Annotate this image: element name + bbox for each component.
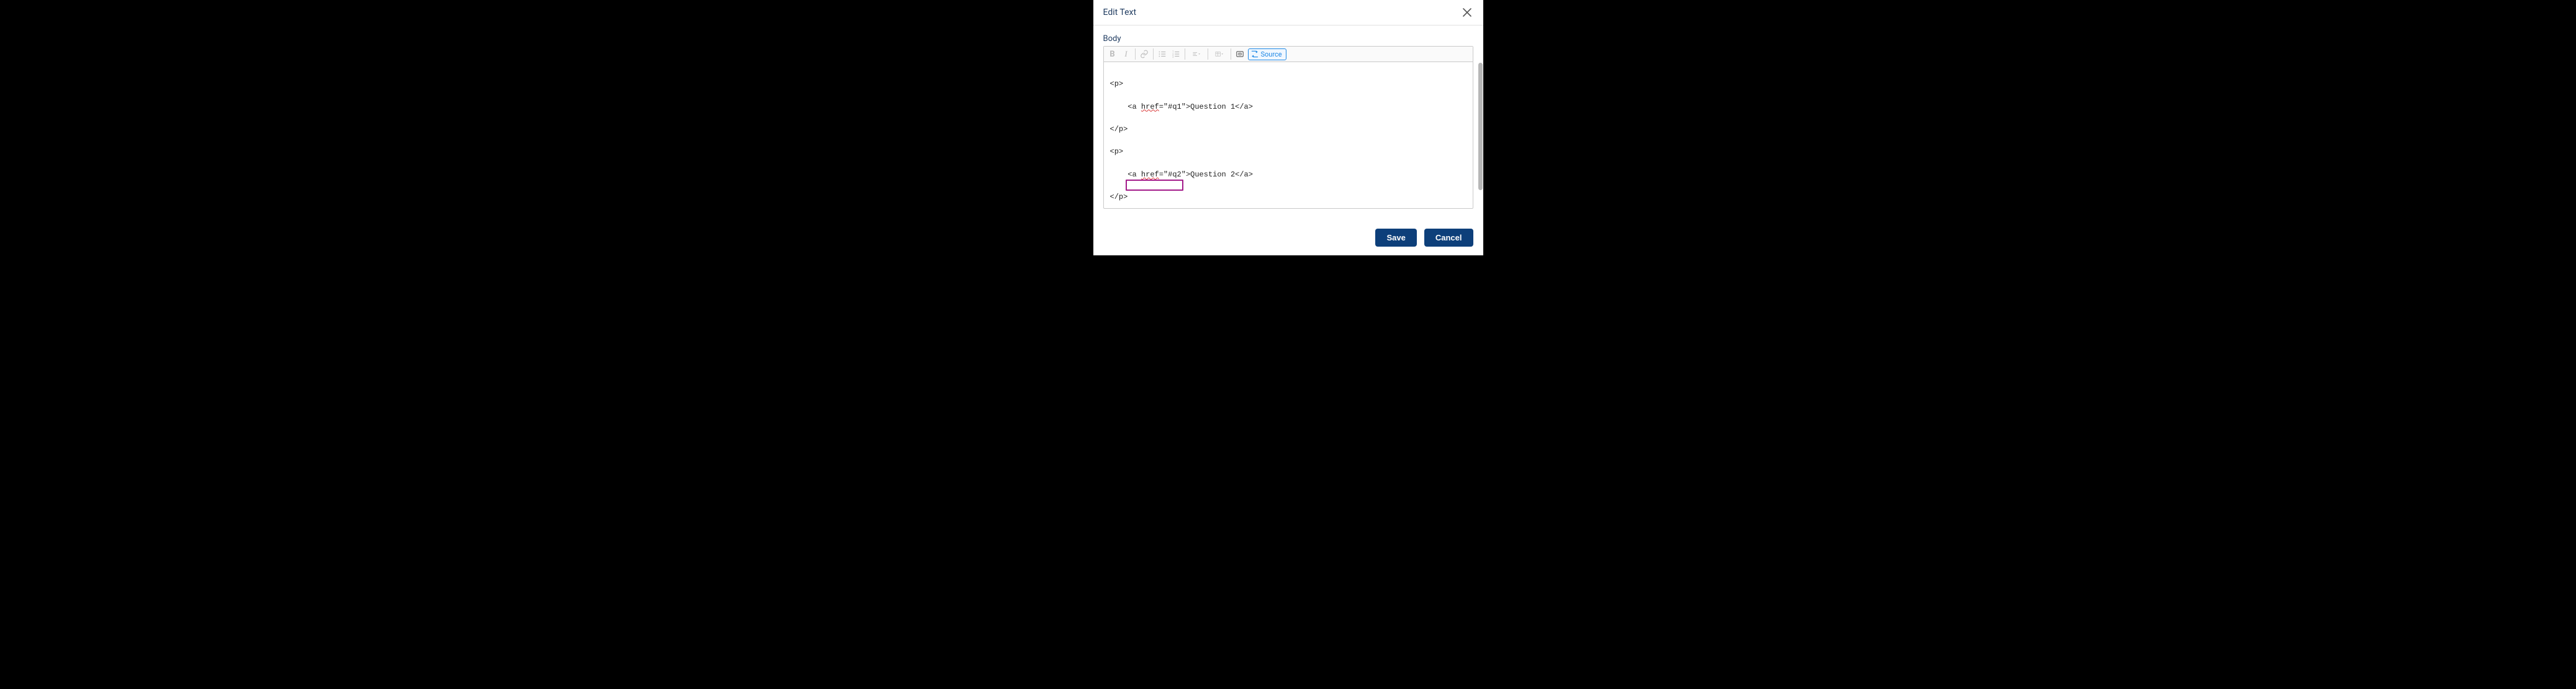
source-icon: [1250, 50, 1259, 58]
bullet-list-icon: [1158, 50, 1167, 58]
edit-text-modal: Edit Text Body B I: [1093, 0, 1483, 255]
modal-header: Edit Text: [1093, 0, 1483, 25]
code-line: </p>: [1110, 191, 1467, 203]
preview-icon: [1236, 50, 1244, 58]
cancel-button[interactable]: Cancel: [1424, 229, 1473, 247]
modal-title: Edit Text: [1103, 7, 1137, 17]
close-icon: [1463, 8, 1471, 17]
table-icon: [1215, 50, 1224, 58]
modal-body: Body B I: [1093, 25, 1483, 221]
scrollbar-thumb[interactable]: [1478, 63, 1483, 190]
code-line: <a href="#q2">Question 2</a>: [1110, 169, 1467, 180]
svg-text:3: 3: [1172, 55, 1174, 58]
anchor-highlight: [1126, 180, 1183, 191]
table-button[interactable]: [1210, 48, 1229, 60]
source-button-label: Source: [1261, 50, 1282, 58]
bold-button[interactable]: B: [1106, 48, 1119, 60]
align-button[interactable]: [1187, 48, 1206, 60]
toolbar-separator: [1153, 48, 1154, 60]
link-icon: [1140, 50, 1149, 58]
numbered-list-icon: 123: [1172, 50, 1180, 58]
code-line: <p>: [1110, 78, 1467, 89]
code-line: </p>: [1110, 124, 1467, 135]
source-button[interactable]: Source: [1248, 48, 1286, 60]
code-line: <a href="#q1">Question 1</a>: [1110, 101, 1467, 112]
close-button[interactable]: [1461, 6, 1473, 19]
save-button[interactable]: Save: [1375, 229, 1416, 247]
toolbar-separator: [1135, 48, 1136, 60]
screenshot-stage: Edit Text Body B I: [804, 0, 1773, 255]
code-line: <p>: [1110, 146, 1467, 157]
italic-button[interactable]: I: [1119, 48, 1133, 60]
body-field-label: Body: [1103, 34, 1473, 43]
editor-toolbar: B I 123: [1104, 47, 1473, 62]
link-button[interactable]: [1137, 48, 1151, 60]
rich-text-editor: B I 123: [1103, 46, 1473, 209]
source-editor-textarea[interactable]: <p> <a href="#q1">Question 1</a> </p> <p…: [1104, 62, 1473, 208]
numbered-list-button[interactable]: 123: [1169, 48, 1183, 60]
bullet-list-button[interactable]: [1155, 48, 1169, 60]
align-left-icon: [1192, 50, 1201, 58]
preview-button[interactable]: [1233, 48, 1247, 60]
modal-footer: Save Cancel: [1093, 221, 1483, 255]
modal-scrollbar[interactable]: [1478, 63, 1483, 221]
